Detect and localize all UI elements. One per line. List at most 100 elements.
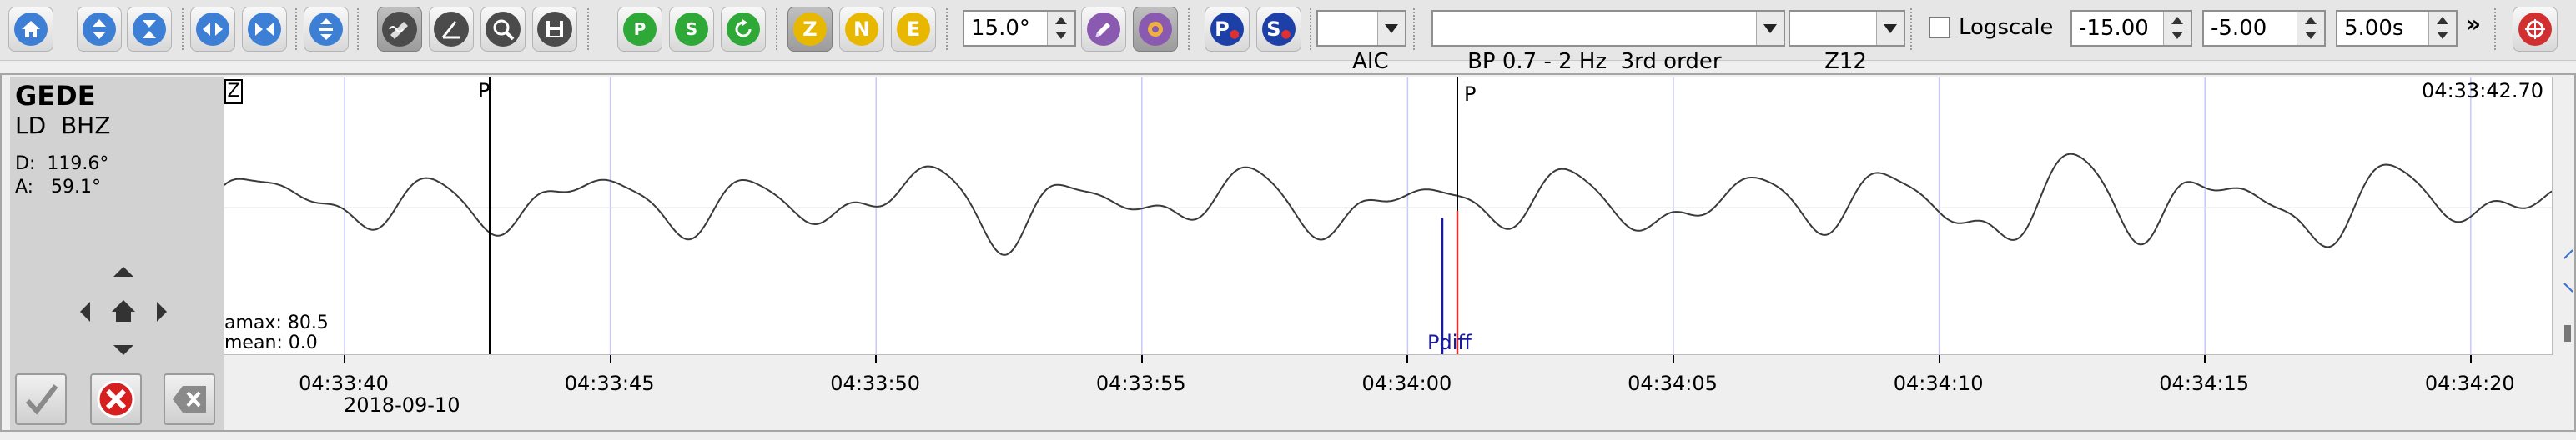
arrows-horizontal-icon [196, 12, 229, 46]
clear-button[interactable] [164, 373, 215, 425]
filter-select[interactable]: BP 0.7 - 2 Hz 3rd order [1431, 10, 1785, 74]
expand-horizontal-button[interactable] [190, 7, 235, 52]
side-scroll-indicator[interactable] [2561, 242, 2576, 350]
magnifier-wave-icon [486, 12, 521, 47]
chevron-down-icon[interactable] [1876, 12, 1904, 45]
arrows-vertical-icon [83, 12, 116, 46]
home-button[interactable] [8, 7, 53, 52]
spin-arrows-icon[interactable] [2163, 12, 2191, 45]
max-value: -5.00 [2211, 16, 2267, 41]
reject-x-icon [97, 380, 135, 418]
component-e-label: E [906, 18, 921, 41]
spin-arrows-icon[interactable] [2428, 12, 2456, 45]
wave-pen-icon [382, 12, 417, 47]
component-n-button[interactable]: N [839, 7, 884, 52]
component-badge: Z [224, 79, 243, 104]
distance-label: D: 119.6° [15, 153, 109, 174]
arrow-right-icon[interactable] [157, 302, 167, 322]
max-value-spinbox[interactable]: -5.00 [2202, 10, 2326, 47]
rotation-value: Z12 [1824, 49, 1867, 74]
axis-tick-label: 04:34:20 [2424, 372, 2515, 395]
reject-button[interactable] [90, 373, 142, 425]
rotation-select[interactable]: Z12 [1789, 10, 1905, 74]
logscale-checkbox[interactable] [1929, 17, 1950, 38]
accept-button[interactable] [15, 373, 67, 425]
angle-icon [434, 12, 469, 47]
crosshair-button[interactable] [2513, 7, 2558, 52]
pick-p-label: P [633, 19, 647, 39]
toolbar-separator [946, 8, 951, 50]
azimuth-label: A: 59.1° [15, 177, 102, 198]
toolbar-separator [1413, 8, 1418, 50]
axis-tick-label: 04:34:05 [1628, 372, 1718, 395]
toolbar-overflow-button[interactable]: » [2466, 10, 2481, 38]
measure-angle-button[interactable] [429, 7, 474, 52]
component-n-label: N [853, 18, 871, 41]
pick-p-marker-label-left: P [478, 79, 491, 102]
save-trace-button[interactable] [532, 7, 577, 52]
pick-p-icon: P [623, 12, 657, 46]
p-phase-label: P [1215, 18, 1230, 41]
component-e-button[interactable]: E [891, 7, 936, 52]
pick-p-button[interactable]: P [617, 7, 662, 52]
spectrum-button[interactable] [480, 7, 526, 52]
spin-arrows-icon[interactable] [2297, 12, 2324, 45]
angle-spinbox[interactable]: 15.0° [963, 10, 1076, 47]
chevron-down-icon[interactable] [1756, 12, 1784, 45]
axis-tick-label: 04:34:10 [1893, 372, 1984, 395]
p-phase-icon: P ● [1210, 12, 1244, 46]
pick-s-button[interactable]: S [669, 7, 714, 52]
axis-tick-label: 04:33:55 [1095, 372, 1186, 395]
toolbar-separator [1310, 8, 1315, 50]
axis-tick-label: 04:33:40 [299, 372, 389, 395]
axis-tick [1673, 355, 1674, 363]
pick-p-marker-label: P [1464, 82, 1477, 106]
amax-label: amax: 80.5 [224, 312, 329, 333]
set-s-phase-button[interactable]: S ● [1256, 7, 1301, 52]
min-value-spinbox[interactable]: -15.00 [2070, 10, 2192, 47]
pick-s-icon: S [675, 12, 708, 46]
sensitivity-button[interactable] [1133, 7, 1178, 52]
arrow-down-icon[interactable] [113, 345, 133, 355]
arrow-left-icon[interactable] [80, 302, 90, 322]
floppy-disk-icon [537, 12, 572, 47]
trace-navigation-pad [80, 267, 167, 355]
set-p-phase-button[interactable]: P ● [1205, 7, 1250, 52]
time-window-spinbox[interactable]: 5.00s [2336, 10, 2458, 47]
seismogram-trace[interactable]: Z P P Pdiff 04:33:42.70 amax: 80.5 mean:… [224, 77, 2553, 355]
axis-tick [1406, 355, 1409, 363]
scale-icon [309, 12, 343, 46]
pick-s-label: S [685, 19, 698, 39]
rotate-apply-button[interactable] [1081, 7, 1126, 52]
axis-tick [875, 355, 878, 363]
time-window-value: 5.00s [2344, 16, 2404, 41]
toolbar-separator [2494, 8, 2499, 50]
toolbar: P S Z N E 15.0° P ● S ● AIC BP 0.7 - 2 H… [0, 0, 2576, 74]
spin-arrows-icon[interactable] [1047, 12, 1074, 45]
axis-tick-label: 04:33:50 [830, 372, 921, 395]
chevron-down-icon[interactable] [1377, 12, 1405, 45]
axis-tick [2204, 355, 2206, 363]
compress-vertical-button[interactable] [127, 7, 172, 52]
component-z-icon: Z [793, 12, 827, 46]
picker-method-select[interactable]: AIC [1316, 10, 1406, 74]
toolbar-separator [357, 8, 362, 50]
waveform-canvas[interactable] [224, 78, 2552, 354]
arrow-up-icon[interactable] [113, 267, 133, 277]
pdiff-label: Pdiff [1427, 331, 1472, 354]
logscale-label: Logscale [1959, 15, 2054, 40]
relocate-button[interactable] [721, 7, 766, 52]
arrows-inward-icon [133, 12, 166, 46]
filter-toggle-button[interactable] [377, 7, 422, 52]
rotate-icon [1087, 12, 1120, 46]
toolbar-separator [776, 8, 781, 50]
component-z-button[interactable]: Z [787, 7, 833, 52]
compress-horizontal-button[interactable] [242, 7, 287, 52]
toolbar-separator [182, 8, 187, 50]
expand-vertical-button[interactable] [77, 7, 122, 52]
component-e-icon: E [897, 12, 930, 46]
min-value: -15.00 [2079, 16, 2149, 41]
home-small-icon[interactable] [112, 300, 135, 322]
mean-label: mean: 0.0 [224, 332, 318, 353]
amplitude-scale-button[interactable] [304, 7, 349, 52]
